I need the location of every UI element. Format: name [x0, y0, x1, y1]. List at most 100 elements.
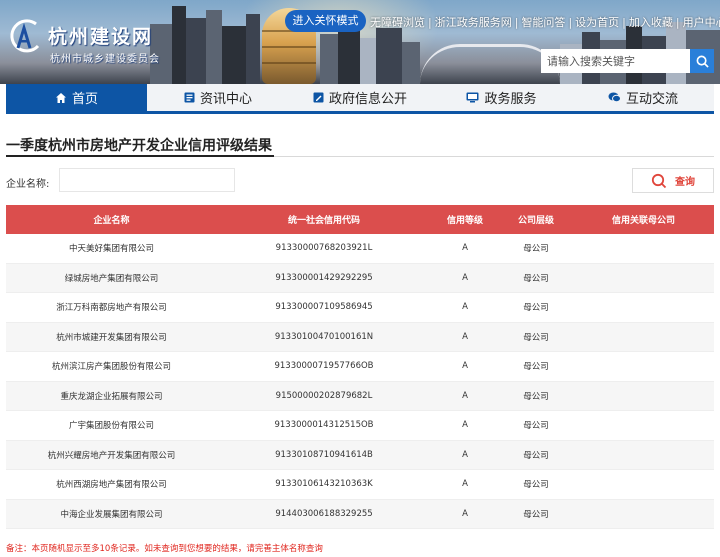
cell-company-name: 杭州市城建开发集团有限公司: [56, 332, 167, 343]
cell-credit-code: 914403006188329255: [275, 508, 373, 519]
cell-credit-level: A: [462, 508, 468, 519]
cell-company-name: 重庆龙湖企业拓展有限公司: [60, 391, 163, 402]
nav-item-gov-info-disclosure[interactable]: 政府信息公开: [289, 84, 431, 111]
cell-company-tier: 母公司: [523, 332, 549, 343]
header-banner: 杭州建设网 杭州市城乡建设委员会 进入关怀模式 无障碍浏览 | 浙江政务服务网 | 智能…: [0, 0, 720, 84]
search-icon: [696, 55, 709, 68]
arch-structure: [420, 44, 560, 84]
care-mode-button[interactable]: 进入关怀模式: [285, 10, 366, 32]
site-search-button[interactable]: [690, 49, 714, 73]
cell-company-name: 中天美好集团有限公司: [68, 244, 154, 255]
cell-credit-level: A: [462, 302, 468, 313]
cell-company-tier: 母公司: [523, 450, 549, 461]
table-row: 浙江万科南都房地产有限公司 913300007109586945 A 母公司: [6, 293, 714, 323]
skyline-building: [402, 42, 420, 84]
sphere-band: [262, 62, 316, 64]
cell-company-name: 广宇集团股份有限公司: [68, 421, 154, 432]
zhejiang-gov-service-link[interactable]: 浙江政务服务网: [435, 16, 512, 29]
query-button-label: 查询: [675, 177, 695, 188]
cell-company-name: 绿城房地产集团有限公司: [64, 273, 159, 284]
cell-company-name: 杭州滨江房产集团股份有限公司: [51, 362, 171, 373]
add-favorite-link[interactable]: 加入收藏: [629, 16, 673, 29]
search-icon: [651, 173, 667, 188]
logo-subtitle: 杭州市城乡建设委员会: [50, 54, 160, 65]
home-icon: [55, 92, 66, 103]
column-header-credit-level: 信用等级: [446, 216, 483, 226]
skyline-building: [222, 26, 246, 84]
nav-item-news-center[interactable]: 资讯中心: [147, 84, 289, 111]
table-row: 杭州市城建开发集团有限公司 91330100470100161N A 母公司: [6, 322, 714, 352]
cell-credit-code: 91330000768203921L: [275, 243, 373, 254]
column-header-company-name: 企业名称: [93, 216, 130, 226]
cell-company-tier: 母公司: [523, 480, 549, 491]
news-icon: [184, 92, 195, 103]
column-header-parent-company: 信用关联母公司: [611, 216, 675, 226]
main-nav: 首页 资讯中心 政府信息公开 政务服务 互动交流: [6, 84, 714, 114]
skyline-building: [246, 14, 260, 84]
table-row: 杭州滨江房产集团股份有限公司 9133000071957766OB A 母公司: [6, 352, 714, 382]
cell-company-tier: 母公司: [523, 273, 549, 284]
column-header-credit-code: 统一社会信用代码: [287, 216, 360, 226]
company-name-label: 企业名称:: [6, 179, 50, 190]
nav-item-label: 资讯中心: [199, 92, 252, 107]
cell-credit-level: A: [462, 272, 468, 283]
user-center-link[interactable]: 用户中心: [683, 16, 720, 29]
cell-credit-code: 913300007109586945: [275, 302, 373, 313]
footer-note: 备注：本页随机显示至多10条记录。如未查询到您想要的结果，请完善主体名称查询: [6, 544, 323, 554]
nav-item-label: 政府信息公开: [328, 92, 407, 107]
document-icon: [313, 92, 324, 103]
nav-item-label: 政务服务: [484, 92, 537, 107]
cell-credit-level: A: [462, 449, 468, 460]
link-separator: |: [428, 16, 432, 29]
table-row: 重庆龙湖企业拓展有限公司 91500000202879682L A 母公司: [6, 381, 714, 411]
cell-company-tier: 母公司: [523, 421, 549, 432]
cell-credit-level: A: [462, 361, 468, 372]
company-name-input[interactable]: [59, 168, 235, 192]
nav-item-label: 首页: [71, 92, 98, 107]
cell-credit-level: A: [462, 479, 468, 490]
page-title: 一季度杭州市房地产开发企业信用评级结果: [6, 138, 272, 154]
table-row: 广宇集团股份有限公司 9133000014312515OB A 母公司: [6, 411, 714, 441]
link-separator: |: [622, 16, 626, 29]
link-separator: |: [568, 16, 573, 29]
cell-credit-code: 9133000071957766OB: [274, 361, 374, 372]
skyline-building: [186, 18, 206, 84]
cell-credit-code: 91330108710941614B: [275, 449, 373, 460]
set-homepage-link[interactable]: 设为首页: [575, 16, 619, 29]
cell-company-tier: 母公司: [523, 509, 549, 520]
nav-item-gov-services[interactable]: 政务服务: [431, 84, 572, 111]
cell-credit-code: 91500000202879682L: [275, 390, 373, 401]
cell-credit-code: 91330100470100161N: [274, 331, 374, 342]
skyline-building: [320, 34, 338, 84]
smart-qa-link[interactable]: 智能问答: [521, 16, 565, 29]
accessibility-link[interactable]: 无障碍浏览: [370, 16, 425, 29]
site-search-input[interactable]: [541, 49, 691, 73]
cell-company-name: 浙江万科南都房地产有限公司: [56, 303, 167, 314]
logo-title: 杭州建设网: [48, 26, 154, 48]
site-logo[interactable]: 杭州建设网 杭州市城乡建设委员会: [6, 16, 176, 66]
table-row: 中天美好集团有限公司 91330000768203921L A 母公司: [6, 234, 714, 264]
nav-item-home[interactable]: 首页: [6, 84, 147, 111]
chat-icon: [608, 92, 621, 103]
query-button[interactable]: 查询: [632, 168, 714, 193]
skyline-building: [376, 28, 402, 84]
table-header-row: 企业名称 统一社会信用代码 信用等级 公司层级 信用关联母公司: [6, 205, 714, 234]
table-row: 绿城房地产集团有限公司 913300001429292295 A 母公司: [6, 263, 714, 293]
cell-company-tier: 母公司: [523, 303, 549, 314]
table-row: 杭州西湖房地产集团有限公司 91330106143210363K A 母公司: [6, 470, 714, 500]
cell-credit-code: 91330106143210363K: [275, 479, 373, 490]
cell-credit-code: 9133000014312515OB: [274, 420, 374, 431]
link-separator: |: [675, 16, 680, 29]
cell-credit-level: A: [462, 390, 468, 401]
top-links: 无障碍浏览|浙江政务服务网|智能问答|设为首页|加入收藏|用户中心: [370, 14, 720, 30]
cell-company-name: 杭州西湖房地产集团有限公司: [56, 480, 167, 491]
link-separator: |: [514, 16, 519, 29]
nav-item-label: 互动交流: [625, 92, 678, 107]
nav-item-interaction[interactable]: 互动交流: [572, 84, 714, 111]
cell-company-tier: 母公司: [523, 391, 549, 402]
cell-credit-level: A: [462, 331, 468, 342]
cell-company-name: 杭州兴耀房地产开发集团有限公司: [47, 450, 176, 461]
logo-emblem-icon: [10, 19, 40, 53]
cell-company-tier: 母公司: [523, 244, 549, 255]
title-underline: [6, 155, 274, 157]
